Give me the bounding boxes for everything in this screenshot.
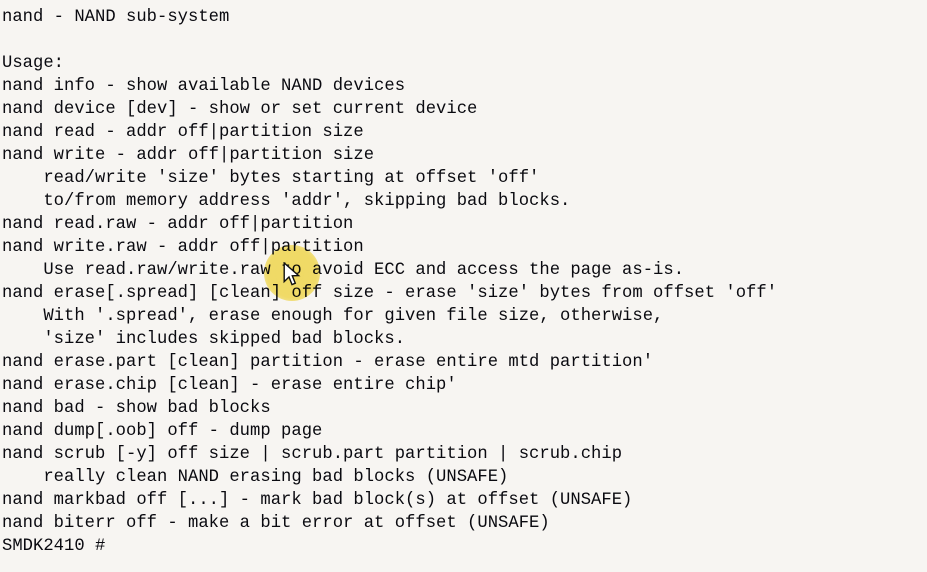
console-line: nand markbad off [...] - mark bad block(… (2, 491, 633, 510)
console-line: nand write - addr off|partition size (2, 146, 375, 165)
console-line: nand dump[.oob] off - dump page (2, 422, 323, 441)
console-line: SMDK2410 # (2, 537, 106, 556)
console-line: nand erase.part [clean] partition - eras… (2, 353, 654, 372)
console-line: Usage: (2, 54, 65, 73)
console-line: nand erase[.spread] [clean] off size - e… (2, 284, 778, 303)
console-line: nand bad - show bad blocks (2, 399, 271, 418)
console-line: really clean NAND erasing bad blocks (UN… (2, 468, 509, 487)
console-line: nand - NAND sub-system (2, 8, 230, 27)
console-line: nand device [dev] - show or set current … (2, 100, 478, 119)
console-line: nand erase.chip [clean] - erase entire c… (2, 376, 457, 395)
console-output: SMDK2410 # nand erase kernelnand - NAND … (2, 0, 927, 558)
console-line: nand write.raw - addr off|partition (2, 238, 364, 257)
console-line: nand read - addr off|partition size (2, 123, 364, 142)
console-line: nand read.raw - addr off|partition (2, 215, 354, 234)
console-line: read/write 'size' bytes starting at offs… (2, 169, 540, 188)
console-line: With '.spread', erase enough for given f… (2, 307, 664, 326)
console-line: Use read.raw/write.raw to avoid ECC and … (2, 261, 685, 280)
console-line: nand biterr off - make a bit error at of… (2, 514, 550, 533)
console-line: nand info - show available NAND devices (2, 77, 406, 96)
console-line: nand scrub [-y] off size | scrub.part pa… (2, 445, 623, 464)
console-line: to/from memory address 'addr', skipping … (2, 192, 571, 211)
terminal-window[interactable]: SMDK2410 # nand erase kernelnand - NAND … (0, 0, 927, 572)
console-line: 'size' includes skipped bad blocks. (2, 330, 406, 349)
